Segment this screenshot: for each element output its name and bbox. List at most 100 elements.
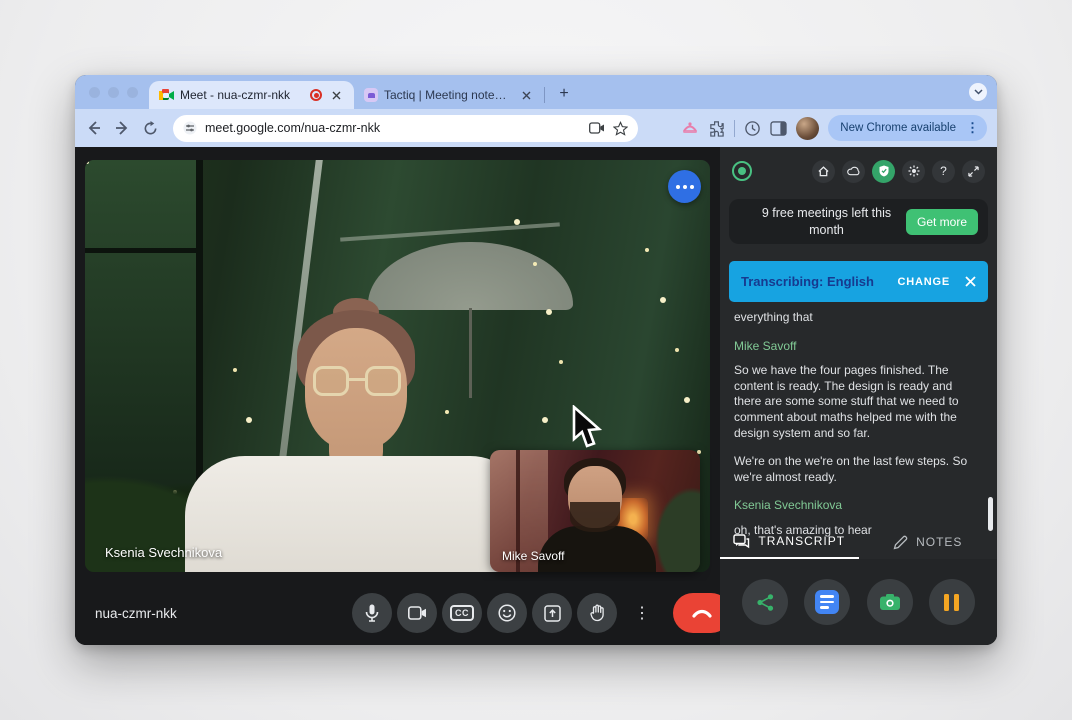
pencil-icon — [893, 535, 908, 550]
window-chevron-icon[interactable] — [969, 83, 987, 101]
present-screen-icon — [544, 605, 561, 622]
share-icon — [756, 593, 775, 612]
screenshot-button[interactable] — [867, 579, 913, 625]
video-background — [85, 160, 89, 164]
video-background — [340, 222, 560, 241]
tab-strip: Meet - nua-czmr-nkk Tactiq | Meeting not… — [75, 75, 997, 109]
tab-transcript-label: TRANSCRIPT — [758, 534, 845, 548]
site-settings-icon[interactable] — [183, 121, 197, 135]
participant-video — [185, 456, 530, 572]
sidebar-actions — [720, 559, 997, 645]
close-tab-icon[interactable] — [328, 87, 344, 103]
chrome-update-label: New Chrome available — [840, 122, 956, 134]
present-button[interactable] — [532, 593, 572, 633]
settings-gear-icon[interactable] — [902, 160, 925, 183]
tab-transcript[interactable]: TRANSCRIPT — [720, 525, 859, 559]
extensions-puzzle-icon[interactable] — [708, 120, 725, 137]
document-button[interactable] — [804, 579, 850, 625]
home-icon[interactable] — [812, 160, 835, 183]
url-text[interactable]: meet.google.com/nua-czmr-nkk — [205, 121, 581, 135]
sidebar-tabs: TRANSCRIPT NOTES — [720, 525, 997, 559]
side-panel-icon[interactable] — [770, 121, 787, 136]
recording-indicator-icon — [310, 89, 322, 101]
share-button[interactable] — [742, 579, 788, 625]
transcript-speaker: Mike Savoff — [734, 339, 974, 355]
close-window-button[interactable] — [89, 87, 100, 98]
close-tab-icon[interactable] — [518, 87, 534, 103]
browser-toolbar: meet.google.com/nua-czmr-nkk New Chrome … — [75, 109, 997, 147]
collapse-panel-icon[interactable] — [962, 160, 985, 183]
close-banner-icon[interactable] — [965, 276, 976, 287]
end-call-icon — [692, 609, 712, 618]
screenshot-camera-icon — [879, 593, 901, 611]
tab-meet[interactable]: Meet - nua-czmr-nkk — [149, 81, 354, 109]
transcript-speaker: Ksenia Svechnikova — [734, 498, 974, 514]
tactiq-extension-icon[interactable] — [681, 120, 699, 136]
tactiq-chat-bubble-icon[interactable] — [668, 170, 701, 203]
transcript-feed[interactable]: everything that Mike Savoff So we have t… — [734, 310, 974, 549]
quota-text: 9 free meetings left this month — [749, 205, 904, 238]
video-background — [368, 242, 573, 310]
browser-menu-icon[interactable]: ⋮ — [964, 120, 981, 136]
transcribing-label: Transcribing: English — [741, 274, 874, 289]
get-more-button[interactable]: Get more — [906, 209, 978, 235]
bookmark-star-icon[interactable] — [613, 121, 628, 136]
tab-notes-label: NOTES — [916, 535, 962, 549]
forward-icon[interactable] — [113, 119, 131, 137]
participant-name-label: Ksenia Svechnikova — [105, 545, 222, 560]
back-icon[interactable] — [85, 119, 103, 137]
toolbar-divider — [734, 120, 735, 137]
privacy-shield-icon[interactable] — [872, 160, 895, 183]
meet-favicon — [159, 89, 174, 102]
pause-icon — [944, 594, 959, 611]
quota-banner: 9 free meetings left this month Get more — [729, 199, 988, 244]
microphone-icon — [365, 604, 379, 622]
window-controls[interactable] — [89, 87, 138, 98]
minimize-window-button[interactable] — [108, 87, 119, 98]
new-tab-button[interactable]: + — [551, 81, 577, 107]
tab-title: Meet - nua-czmr-nkk — [180, 88, 304, 102]
captions-icon: CC — [450, 605, 474, 621]
url-bar[interactable]: meet.google.com/nua-czmr-nkk — [173, 115, 638, 142]
transcript-line: So we have the four pages finished. The … — [734, 363, 974, 441]
more-options-button[interactable]: ⋮ — [622, 593, 662, 633]
pip-participant-video — [570, 502, 620, 532]
raise-hand-button[interactable] — [577, 593, 617, 633]
tactiq-favicon — [364, 88, 378, 102]
change-language-button[interactable]: CHANGE — [898, 276, 950, 288]
tactiq-recording-icon — [732, 161, 752, 181]
more-options-icon: ⋮ — [634, 603, 650, 623]
transcript-line: We're on the we're on the last few steps… — [734, 454, 974, 485]
cloud-save-icon[interactable] — [842, 160, 865, 183]
pause-transcription-button[interactable] — [929, 579, 975, 625]
meeting-code-label: nua-czmr-nkk — [95, 606, 177, 621]
meet-area: Ksenia Svechnikova Mike Savoff nua-czmr-… — [75, 147, 720, 645]
tab-title: Tactiq | Meeting notes power — [384, 88, 512, 102]
smiley-icon — [498, 604, 516, 622]
pip-name-label: Mike Savoff — [502, 549, 564, 563]
captions-button[interactable]: CC — [442, 593, 482, 633]
microphone-button[interactable] — [352, 593, 392, 633]
mouse-cursor — [570, 405, 604, 451]
meet-control-bar: nua-czmr-nkk CC ⋮ — [75, 581, 720, 645]
self-view-tile[interactable]: Mike Savoff — [490, 450, 700, 572]
tab-notes[interactable]: NOTES — [859, 525, 998, 559]
zoom-window-button[interactable] — [127, 87, 138, 98]
history-icon[interactable] — [744, 120, 761, 137]
pip-video-background — [650, 480, 700, 572]
chrome-update-button[interactable]: New Chrome available ⋮ — [828, 115, 987, 141]
reload-icon[interactable] — [141, 119, 159, 137]
tab-tactiq[interactable]: Tactiq | Meeting notes power — [354, 81, 544, 109]
camera-button[interactable] — [397, 593, 437, 633]
tactiq-sidebar: ? 9 free meetings left this month Get mo… — [720, 147, 997, 645]
meet-page: Ksenia Svechnikova Mike Savoff nua-czmr-… — [75, 147, 997, 645]
browser-window: Meet - nua-czmr-nkk Tactiq | Meeting not… — [75, 75, 997, 645]
chat-bubbles-icon — [733, 534, 750, 549]
reactions-button[interactable] — [487, 593, 527, 633]
help-icon[interactable]: ? — [932, 160, 955, 183]
transcript-line: everything that — [734, 310, 974, 326]
camera-icon — [408, 606, 427, 620]
profile-avatar[interactable] — [796, 117, 819, 140]
camera-permission-icon[interactable] — [589, 122, 605, 134]
video-background — [469, 308, 472, 398]
